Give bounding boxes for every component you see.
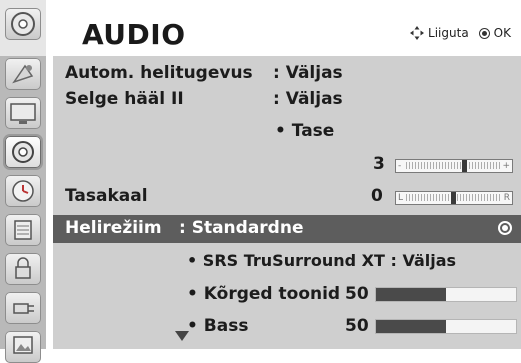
balance-slider[interactable]: L R <box>395 191 513 205</box>
clear-voice-value: : Väljas <box>273 89 343 109</box>
audio-settings-panel: Autom. helitugevus : Väljas Selge hääl I… <box>53 56 521 349</box>
ok-hint-label: OK <box>493 26 511 40</box>
disc-icon[interactable] <box>5 8 41 40</box>
balance-row[interactable]: Tasakaal 0 L R <box>53 184 521 210</box>
balance-label: Tasakaal <box>65 186 148 206</box>
treble-row[interactable]: • Kõrged toonid 50 <box>53 282 521 308</box>
clock-icon[interactable] <box>5 175 41 207</box>
selected-radio-icon <box>498 221 512 235</box>
speaker-icon[interactable] <box>5 136 41 168</box>
clear-voice-row[interactable]: Selge hääl II : Väljas <box>53 87 521 113</box>
balance-left-mark: L <box>398 193 404 203</box>
level-min-mark: - <box>398 161 402 171</box>
monitor-icon[interactable] <box>5 97 41 129</box>
bass-row[interactable]: • Bass 50 <box>53 314 521 340</box>
treble-label: • Kõrged toonid <box>187 284 341 304</box>
treble-slider[interactable] <box>375 287 517 302</box>
level-value: 3 <box>373 154 385 174</box>
sound-mode-row[interactable]: Helirežiim : Standardne <box>53 215 521 243</box>
plug-icon[interactable] <box>5 292 41 324</box>
auto-volume-row[interactable]: Autom. helitugevus : Väljas <box>53 61 521 87</box>
clear-voice-label: Selge hääl II <box>65 89 184 109</box>
calendar-icon[interactable] <box>5 214 41 246</box>
balance-right-mark: R <box>503 193 510 203</box>
ok-icon <box>478 27 490 39</box>
photo-icon[interactable] <box>5 331 41 363</box>
level-max-mark: + <box>502 161 510 171</box>
sound-mode-label: Helirežiim <box>65 218 162 238</box>
treble-value: 50 <box>345 284 369 304</box>
sound-mode-value: : Standardne <box>179 218 304 238</box>
navigation-hint: Liiguta OK <box>410 26 511 40</box>
srs-label: • SRS TruSurround XT : Väljas <box>187 251 457 270</box>
page-title: AUDIO <box>82 18 186 51</box>
balance-handle[interactable] <box>451 192 456 204</box>
level-label: • Tase <box>275 121 335 141</box>
treble-slider-fill <box>376 288 446 301</box>
move-arrows-icon <box>410 26 425 40</box>
balance-value: 0 <box>371 186 383 206</box>
bass-slider[interactable] <box>375 319 517 334</box>
bass-value: 50 <box>345 316 369 336</box>
bass-slider-fill <box>376 320 446 333</box>
satellite-icon[interactable] <box>5 58 41 90</box>
scroll-down-arrow-icon[interactable] <box>175 331 189 341</box>
auto-volume-label: Autom. helitugevus <box>65 63 253 83</box>
level-row[interactable]: • Tase <box>53 119 521 145</box>
bass-label: • Bass <box>187 316 249 336</box>
level-handle[interactable] <box>462 160 467 172</box>
lock-icon[interactable] <box>5 253 41 285</box>
level-slider-row[interactable]: 3 - + <box>53 152 521 178</box>
audio-menu-screen: AUDIO Liiguta OK Autom. helitugevus : Vä… <box>0 0 521 363</box>
move-hint-label: Liiguta <box>428 26 469 40</box>
level-slider[interactable]: - + <box>395 159 513 173</box>
level-ticks <box>406 162 502 169</box>
category-sidebar <box>0 0 46 363</box>
srs-row[interactable]: • SRS TruSurround XT : Väljas <box>53 249 521 275</box>
auto-volume-value: : Väljas <box>273 63 343 83</box>
